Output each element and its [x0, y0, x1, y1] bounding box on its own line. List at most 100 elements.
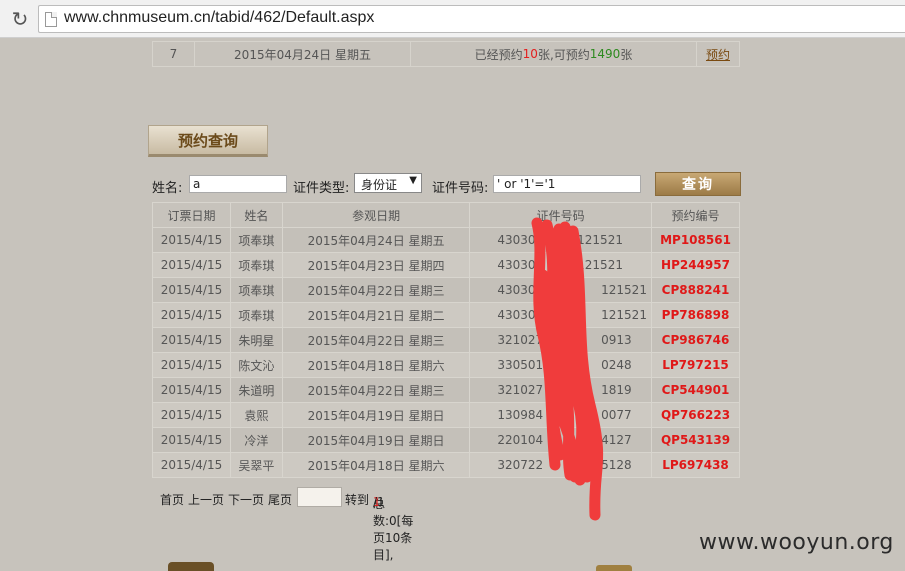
order-date-cell: 2015/4/15 [152, 227, 231, 253]
id-number-cell: 321027 0913 [469, 327, 653, 353]
visit-date-cell: 2015年04月21日 星期二 [281, 302, 471, 328]
first-page-link[interactable]: 首页 [160, 491, 184, 508]
visit-date-cell: 2015年04月19日 星期日 [281, 427, 471, 453]
id-number-label: 证件号码: [432, 181, 489, 196]
order-date-cell: 2015/4/15 [152, 327, 231, 353]
reservation-code-cell: CP986746 [651, 327, 740, 353]
id-number-suffix: 121521 [601, 283, 647, 297]
table-header-row: 订票日期 姓名 参观日期 证件号码 预约编号 [152, 202, 740, 228]
order-date-cell: 2015/4/15 [152, 402, 231, 428]
header-reservation-code: 预约编号 [651, 202, 740, 228]
reserve-link[interactable]: 预约 [706, 46, 730, 63]
reservation-code-cell: LP797215 [651, 352, 740, 378]
name-cell: 项奉琪 [229, 252, 283, 278]
table-row: 2015/4/15 项奉琪 2015年04月22日 星期三 430305 121521 C… [152, 277, 740, 303]
results-table: 订票日期 姓名 参观日期 证件号码 预约编号 2015/4/15 项奉琪 2015年… [152, 202, 740, 478]
id-number-prefix: 220104 [497, 433, 544, 447]
id-number-cell: 430305 121521 [469, 302, 653, 328]
order-date-cell: 2015/4/15 [152, 452, 231, 478]
id-number-cell: 330501 0248 [469, 352, 653, 378]
last-page-link[interactable]: 尾页 [268, 491, 292, 508]
visit-date-cell: 2015年04月22日 星期三 [281, 327, 471, 353]
visit-date-cell: 2015年04月22日 星期三 [281, 277, 471, 303]
booked-count: 10 [522, 47, 538, 61]
name-cell: 陈文沁 [229, 352, 283, 378]
id-number-suffix: 0248 [601, 358, 632, 372]
id-number-cell: 43030 2121521 [469, 252, 653, 278]
id-number-input[interactable] [493, 175, 641, 193]
order-date-cell: 2015/4/15 [152, 252, 231, 278]
id-number-suffix: 5128 [601, 458, 632, 472]
reload-icon[interactable]: ↻ [8, 7, 32, 31]
url-text: www.chnmuseum.cn/tabid/462/Default.aspx [64, 9, 375, 26]
id-number-cell: 430305 121521 [469, 277, 653, 303]
table-row: 2015/4/15 冷洋 2015年04月19日 星期日 220104 4127 QP54… [152, 427, 740, 453]
order-date-cell: 2015/4/15 [152, 377, 231, 403]
id-number-prefix: 430305 [497, 308, 544, 322]
table-row: 2015/4/15 吴翠平 2015年04月18日 星期六 320722 5128 LP6… [152, 452, 740, 478]
availability-suffix: 张 [620, 47, 633, 62]
dropdown-arrow-icon: ▼ [409, 175, 417, 186]
id-number-prefix: 430305 [497, 283, 544, 297]
reservation-code-cell: MP108561 [651, 227, 740, 253]
reservation-code-cell: CP888241 [651, 277, 740, 303]
name-label: 姓名: [152, 181, 183, 196]
tab-reservation-query[interactable]: 预约查询 [148, 125, 268, 157]
watermark: www.wooyun.org [699, 530, 894, 555]
goto-page-input[interactable] [297, 487, 342, 507]
header-name: 姓名 [229, 202, 283, 228]
search-form: 姓名: 证件类型: 身份证 ▼ 证件号码: 查询 [152, 172, 742, 196]
reserve-cell: 预约 [697, 42, 739, 66]
availability-prefix: 已经预约 [474, 47, 523, 62]
id-number-suffix: 0913 [601, 333, 632, 347]
name-cell: 袁熙 [229, 402, 283, 428]
id-number-prefix: 320722 [497, 458, 544, 472]
name-cell: 朱道明 [229, 377, 283, 403]
visit-date-cell: 2015年04月23日 星期四 [281, 252, 471, 278]
id-number-cell: 220104 4127 [469, 427, 653, 453]
id-number-prefix: 43030 [497, 233, 536, 247]
id-number-cell: 130984 0077 [469, 402, 653, 428]
order-date-cell: 2015/4/15 [152, 427, 231, 453]
reservation-code-cell: CP544901 [651, 377, 740, 403]
pagination: 首页 上一页 下一页 尾页 转到 总数:0[每页10条目], 1/1 [160, 487, 580, 562]
prev-page-link[interactable]: 上一页 [188, 491, 224, 508]
id-number-prefix: 43030 [497, 258, 536, 272]
id-number-suffix: 2121521 [569, 258, 623, 272]
id-type-select[interactable]: 身份证 ▼ [354, 173, 422, 193]
name-cell: 朱明星 [229, 327, 283, 353]
name-cell: 项奉琪 [229, 302, 283, 328]
id-number-cell: 321027 1819 [469, 377, 653, 403]
id-number-prefix: 130984 [497, 408, 544, 422]
total-pages: /1 [373, 495, 385, 509]
visit-date-cell: 2015年04月18日 星期六 [281, 352, 471, 378]
id-number-suffix: 1819 [601, 383, 632, 397]
table-row: 2015/4/15 朱明星 2015年04月22日 星期三 321027 0913 CP9… [152, 327, 740, 353]
id-number-suffix: 2121521 [569, 233, 623, 247]
id-number-cell: 320722 5128 [469, 452, 653, 478]
schedule-row: 7 2015年04月24日 星期五 已经预约 10 张,可预约 1490 张 预… [152, 41, 740, 67]
reservation-code-cell: HP244957 [651, 252, 740, 278]
decoration-left [168, 562, 214, 571]
name-input[interactable] [189, 175, 287, 193]
visit-date-cell: 2015年04月19日 星期日 [281, 402, 471, 428]
next-page-link[interactable]: 下一页 [228, 491, 264, 508]
table-row: 2015/4/15 朱道明 2015年04月22日 星期三 321027 1819 CP5… [152, 377, 740, 403]
header-id-number: 证件号码 [469, 202, 653, 228]
reservation-code-cell: LP697438 [651, 452, 740, 478]
reservation-code-cell: QP543139 [651, 427, 740, 453]
id-number-suffix: 0077 [601, 408, 632, 422]
page-icon [45, 12, 57, 27]
query-button[interactable]: 查询 [655, 172, 741, 196]
name-cell: 冷洋 [229, 427, 283, 453]
table-row: 2015/4/15 袁熙 2015年04月19日 星期日 130984 0077 QP76… [152, 402, 740, 428]
availability-middle: 张,可预约 [537, 47, 590, 62]
schedule-date: 2015年04月24日 星期五 [195, 42, 411, 66]
visit-date-cell: 2015年04月24日 星期五 [281, 227, 471, 253]
url-field[interactable]: www.chnmuseum.cn/tabid/462/Default.aspx [38, 5, 905, 33]
table-row: 2015/4/15 项奉琪 2015年04月21日 星期二 430305 121521 P… [152, 302, 740, 328]
schedule-index: 7 [153, 42, 195, 66]
header-order-date: 订票日期 [152, 202, 231, 228]
id-number-prefix: 330501 [497, 358, 544, 372]
reservation-code-cell: QP766223 [651, 402, 740, 428]
